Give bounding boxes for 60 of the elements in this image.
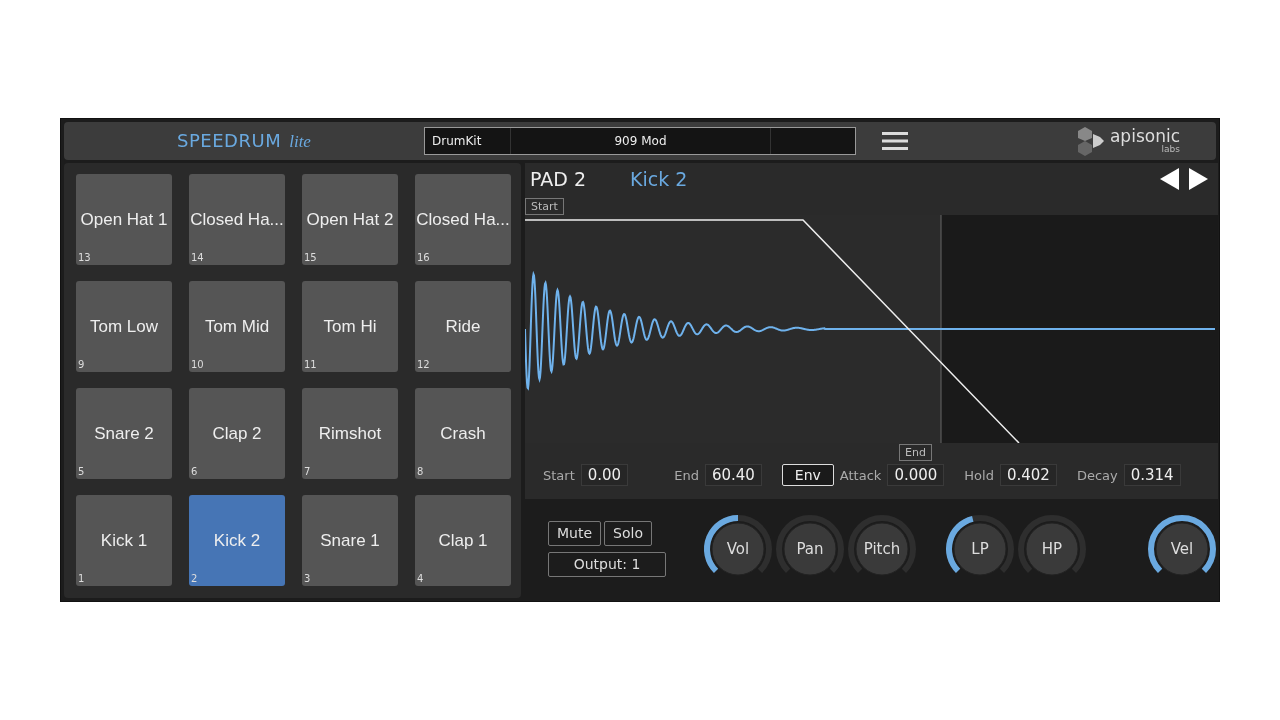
drum-pad[interactable]: Closed Ha... 16 — [415, 174, 511, 265]
pad-number: 6 — [191, 466, 198, 477]
logo-text: SPEEDRUM — [177, 130, 282, 151]
drum-pad[interactable]: Clap 1 4 — [415, 495, 511, 586]
param-label: End — [674, 467, 699, 483]
end-marker[interactable]: End — [899, 444, 932, 461]
pad-number: 12 — [417, 359, 430, 370]
brand-subtitle: labs — [1161, 145, 1180, 154]
pad-number: 11 — [304, 359, 317, 370]
drum-pad[interactable]: Kick 1 1 — [76, 495, 172, 586]
param-label: Decay — [1076, 467, 1118, 483]
envelope-line[interactable] — [525, 219, 1020, 443]
drum-pad[interactable]: Crash 8 — [415, 388, 511, 479]
solo-button[interactable]: Solo — [604, 520, 652, 546]
pad-number: 9 — [78, 359, 85, 370]
mute-button[interactable]: Mute — [548, 520, 602, 546]
preset-selector[interactable]: DrumKit 909 Mod — [424, 127, 856, 155]
pad-number: 15 — [304, 252, 317, 263]
value-field[interactable]: 60.40 — [704, 464, 762, 486]
pad-number: 5 — [78, 466, 85, 477]
previous-icon[interactable] — [1160, 168, 1180, 190]
logo-edition: lite — [289, 132, 311, 152]
hexagon-logo-icon — [1075, 126, 1106, 156]
drum-pad[interactable]: Ride 12 — [415, 281, 511, 372]
pad-number: 16 — [417, 252, 430, 263]
drum-pad[interactable]: Open Hat 2 15 — [302, 174, 398, 265]
menu-icon[interactable] — [882, 132, 908, 150]
drum-pad[interactable]: Tom Hi 11 — [302, 281, 398, 372]
param-label: Hold — [964, 467, 994, 483]
drum-pad[interactable]: Tom Low 9 — [76, 281, 172, 372]
drum-pad[interactable]: Rimshot 7 — [302, 388, 398, 479]
drum-pad[interactable]: Snare 2 5 — [76, 388, 172, 479]
pad-number: 14 — [191, 252, 204, 263]
value-field[interactable]: 0.402 — [999, 464, 1057, 486]
start-marker[interactable]: Start — [525, 198, 564, 215]
param-label: Start — [543, 467, 575, 483]
sample-name: Kick 2 — [630, 168, 688, 190]
pad-number: 13 — [78, 252, 91, 263]
pad-number: 7 — [304, 466, 311, 477]
value-field[interactable]: 0.000 — [887, 464, 945, 486]
brand-name: apisonic — [1109, 128, 1180, 145]
pad-number: 4 — [417, 573, 424, 584]
pad-label: PAD 2 — [530, 168, 586, 190]
drum-pad[interactable]: Kick 2 2 — [189, 495, 285, 586]
param-label: Attack — [839, 467, 882, 483]
output-selector[interactable]: Output: 1 — [548, 551, 666, 577]
value-field[interactable]: 0.00 — [580, 464, 629, 486]
pad-number: 1 — [78, 573, 85, 584]
drum-pad[interactable]: Clap 2 6 — [189, 388, 285, 479]
pad-number: 10 — [191, 359, 204, 370]
pad-number: 8 — [417, 466, 424, 477]
drum-pad[interactable]: Tom Mid 10 — [189, 281, 285, 372]
env-button[interactable]: Env — [781, 464, 834, 486]
next-icon[interactable] — [1188, 168, 1208, 190]
value-field[interactable]: 0.314 — [1123, 464, 1181, 486]
pad-number: 3 — [304, 573, 311, 584]
pad-number: 2 — [191, 573, 198, 584]
drum-pad[interactable]: Closed Ha... 14 — [189, 174, 285, 265]
drum-pad[interactable]: Open Hat 1 13 — [76, 174, 172, 265]
drum-pad[interactable]: Snare 1 3 — [302, 495, 398, 586]
